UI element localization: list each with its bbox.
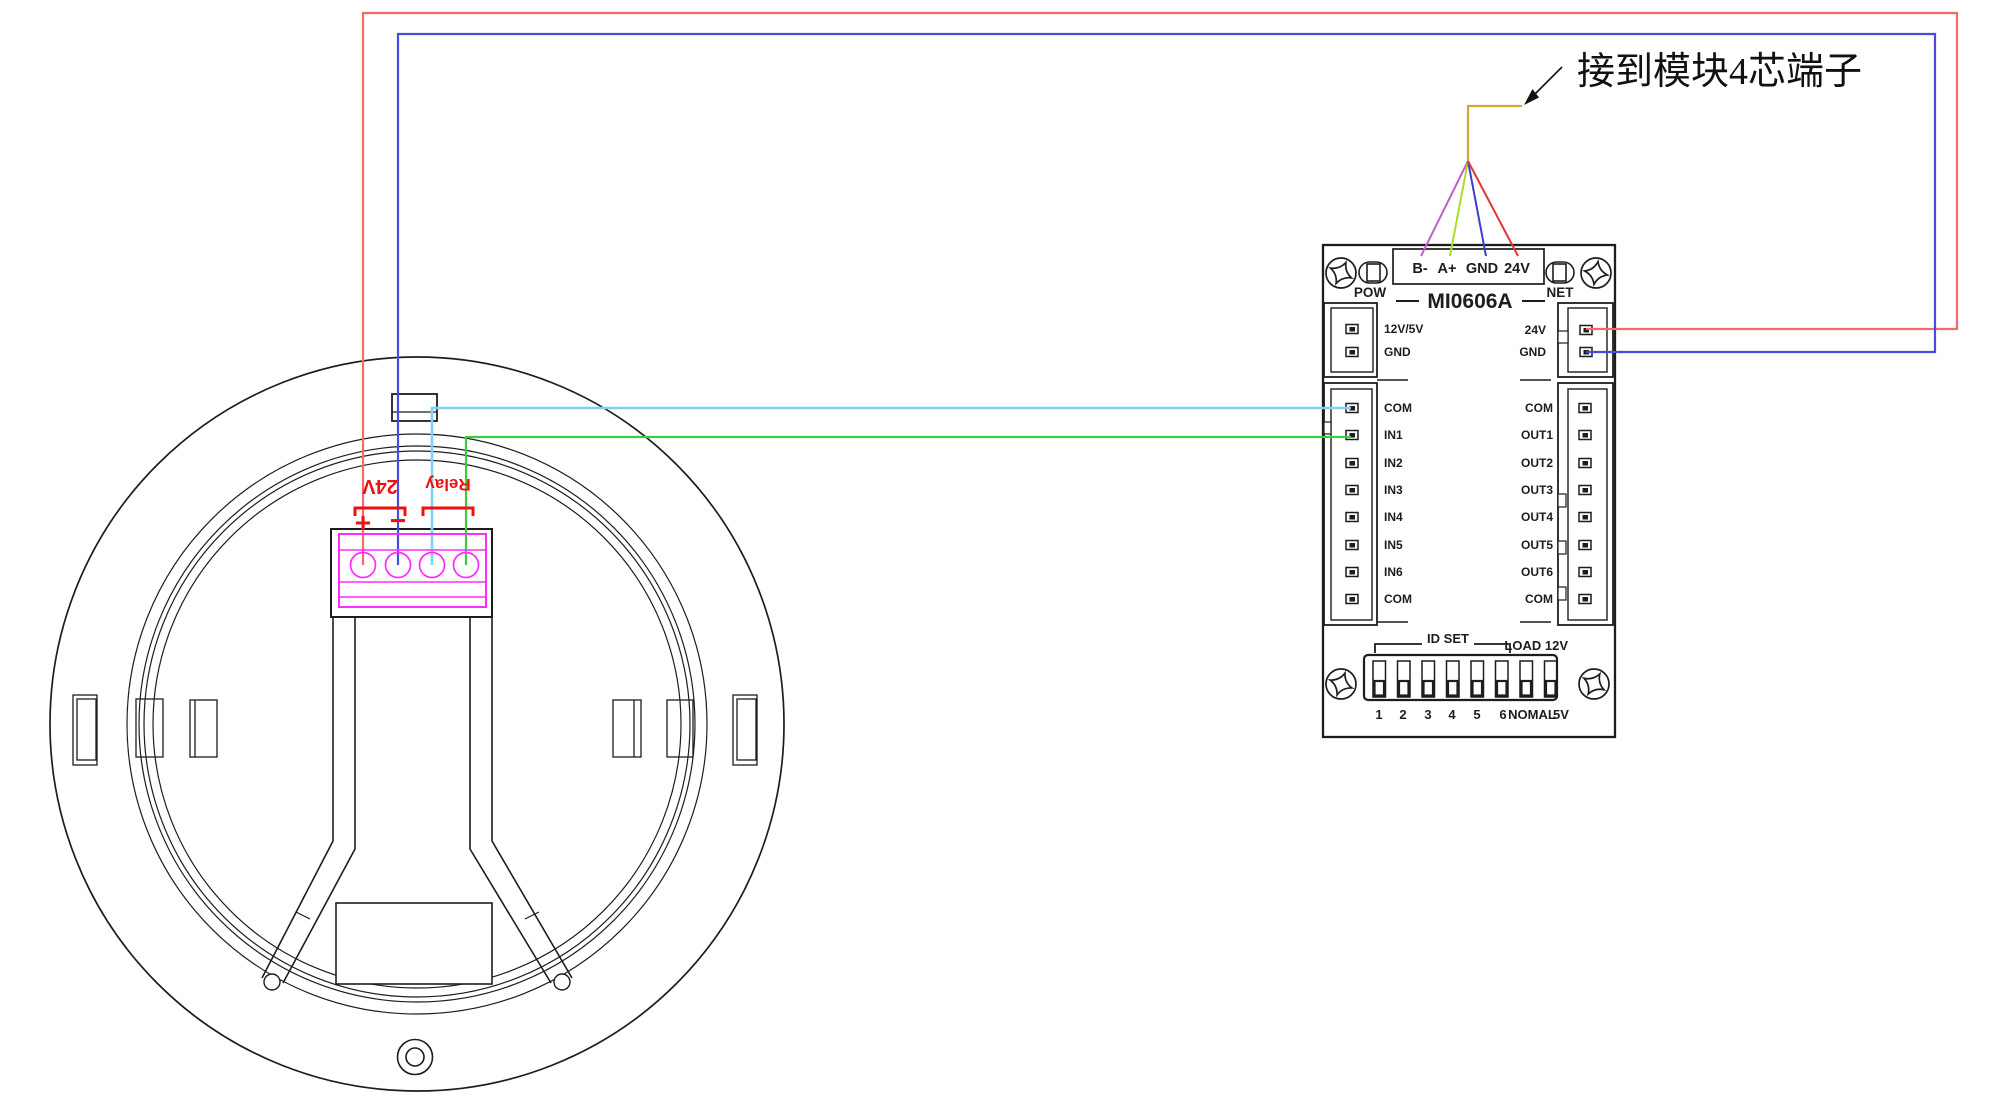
bus-terminal-label: A+ xyxy=(1438,261,1457,277)
output-label: OUT3 xyxy=(1521,483,1553,497)
dip-number-label: 4 xyxy=(1448,707,1456,722)
dip-number-label: 6 xyxy=(1499,707,1506,722)
input-label: COM xyxy=(1384,401,1412,415)
dip-number-label: 2 xyxy=(1399,707,1406,722)
power-right-label: GND xyxy=(1519,345,1546,359)
detector-center-box xyxy=(336,903,492,984)
module-title: MI0606A xyxy=(1427,290,1512,313)
wiring-diagram-canvas: MI0606A B- A+ GND 24V POW NET 12V/5V GND… xyxy=(0,0,2000,1100)
net-label: NET xyxy=(1547,285,1575,300)
connector-notch xyxy=(1558,494,1566,507)
dip-5v-label: 5V xyxy=(1553,707,1569,722)
input-label: IN1 xyxy=(1384,428,1403,442)
dip-number-label: 1 xyxy=(1375,707,1382,722)
terminal-pin-core xyxy=(1350,327,1356,332)
polarity-plus-mark: + xyxy=(355,507,371,538)
input-label: COM xyxy=(1384,592,1412,606)
detector-channel-foot-left xyxy=(264,974,280,990)
connector-notch xyxy=(1558,541,1566,554)
callout-arrow-shaft xyxy=(1534,67,1562,95)
detector-slot-left-inner xyxy=(190,700,217,757)
output-label: OUT6 xyxy=(1521,565,1553,579)
wire-gnd-blue xyxy=(398,34,1935,565)
wire-relay-com-cyan xyxy=(432,408,1351,565)
connector-notch xyxy=(1558,331,1568,343)
output-label: COM xyxy=(1525,401,1553,415)
pow-label: POW xyxy=(1354,285,1387,300)
polarity-minus-mark: − xyxy=(390,505,406,536)
id-set-label: ID SET xyxy=(1427,631,1469,646)
input-label: IN6 xyxy=(1384,565,1403,579)
detector-slot-right-inner xyxy=(613,700,641,757)
dip-nomal-label: NOMAL xyxy=(1508,707,1556,722)
bus-fan-wire-a-plus xyxy=(1450,161,1468,256)
input-label: IN3 xyxy=(1384,483,1403,497)
callout: 接到模块4芯端子 xyxy=(1524,51,1862,105)
input-label: IN5 xyxy=(1384,538,1403,552)
output-label: OUT1 xyxy=(1521,428,1553,442)
input-label: IN4 xyxy=(1384,510,1403,524)
detector-relay-label: Relay xyxy=(425,475,471,494)
wire-relay-in1-green xyxy=(466,437,1351,565)
wire-24v-red xyxy=(363,13,1957,565)
connector-notch xyxy=(1324,422,1331,434)
detector-base xyxy=(50,357,784,1091)
io-module xyxy=(1323,245,1615,737)
power-left-label: 12V/5V xyxy=(1384,322,1423,336)
output-label: OUT2 xyxy=(1521,456,1553,470)
dip-number-label: 3 xyxy=(1424,707,1431,722)
output-label: COM xyxy=(1525,592,1553,606)
connector-notch xyxy=(1558,587,1566,600)
dip-number-label: 5 xyxy=(1473,707,1480,722)
bus-fan-wire-24v xyxy=(1468,161,1518,256)
bus-terminal-label: 24V xyxy=(1504,261,1530,277)
bus-terminal-label: GND xyxy=(1466,261,1498,277)
input-label: IN2 xyxy=(1384,456,1403,470)
bus-terminal-label: B- xyxy=(1412,261,1427,277)
output-label: OUT5 xyxy=(1521,538,1553,552)
output-label: OUT4 xyxy=(1521,510,1553,524)
wires xyxy=(363,13,1957,565)
detector-screw-hole xyxy=(398,1040,433,1075)
detector-slot-right-outer xyxy=(733,695,757,765)
wiring-diagram-page: MI0606A B- A+ GND 24V POW NET 12V/5V GND… xyxy=(0,0,2000,1100)
detector-slot-left-outer xyxy=(73,695,97,765)
detector-24v-label: 24V xyxy=(362,475,398,497)
terminal-pin-core xyxy=(1350,350,1356,355)
bus-fan-wire-b-minus xyxy=(1421,161,1468,256)
callout-leader-yellow xyxy=(1468,106,1522,161)
callout-text: 接到模块4芯端子 xyxy=(1577,51,1862,93)
load-12v-label: LOAD 12V xyxy=(1504,638,1568,653)
power-right-label: 24V xyxy=(1525,323,1546,337)
bus-fan-wire-gnd xyxy=(1468,161,1486,256)
module-body xyxy=(1323,245,1615,737)
power-left-label: GND xyxy=(1384,345,1411,359)
detector-terminal-housing xyxy=(331,529,492,617)
detector-channel-foot-right xyxy=(554,974,570,990)
